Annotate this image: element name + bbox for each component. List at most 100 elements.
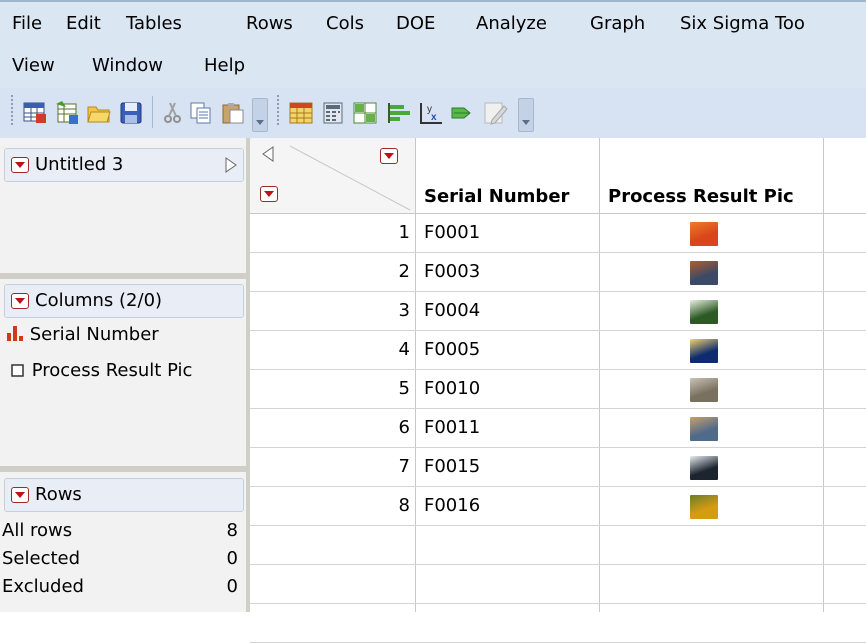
- column-list-item[interactable]: Serial Number: [6, 324, 159, 345]
- toolbar-separator: [152, 96, 153, 128]
- new-data-table-icon[interactable]: [22, 100, 48, 126]
- row-number[interactable]: 3: [250, 300, 410, 321]
- column-name: Serial Number: [29, 324, 159, 345]
- table-script-triangle-icon[interactable]: [225, 157, 237, 173]
- toolbar-overflow-button[interactable]: [252, 98, 268, 132]
- row-number[interactable]: 5: [250, 378, 410, 399]
- process-result-pic-thumbnail[interactable]: [690, 378, 718, 402]
- table-panel-header[interactable]: Untitled 3: [4, 148, 244, 182]
- rows-hotspot-button[interactable]: [260, 186, 278, 202]
- process-result-pic-thumbnail[interactable]: [690, 339, 718, 363]
- menu-analyze[interactable]: Analyze: [476, 6, 547, 42]
- grid-line: [599, 214, 600, 612]
- row-divider: [250, 291, 866, 292]
- process-result-pic-thumbnail[interactable]: [690, 261, 718, 285]
- column-header-serial-number[interactable]: Serial Number: [416, 138, 600, 214]
- columns-panel-header[interactable]: Columns (2/0): [4, 284, 244, 318]
- row-number[interactable]: 7: [250, 456, 410, 477]
- cut-icon[interactable]: [160, 100, 186, 126]
- columns-panel-title: Columns (2/0): [35, 290, 163, 311]
- row-divider: [250, 330, 866, 331]
- empty-column-header: [824, 138, 866, 214]
- process-result-pic-thumbnail[interactable]: [690, 495, 718, 519]
- menu-window[interactable]: Window: [92, 48, 163, 84]
- row-number[interactable]: 1: [250, 222, 410, 243]
- menu-graph[interactable]: Graph: [590, 6, 645, 42]
- process-result-pic-thumbnail[interactable]: [690, 300, 718, 324]
- copy-icon[interactable]: [188, 100, 214, 126]
- menu-rows[interactable]: Rows: [246, 6, 293, 42]
- columns-hotspot-button[interactable]: [380, 148, 398, 164]
- toolbar-grip[interactable]: [10, 94, 14, 126]
- toolbar-grip[interactable]: [276, 94, 280, 126]
- formula-icon[interactable]: yx: [418, 100, 444, 126]
- save-icon[interactable]: [118, 100, 144, 126]
- process-result-pic-thumbnail[interactable]: [690, 417, 718, 441]
- stat-value: 0: [226, 576, 238, 597]
- left-pane: Untitled 3 Columns (2/0) Serial Number P…: [0, 138, 250, 612]
- columns-menu-button[interactable]: [11, 293, 29, 309]
- menu-help[interactable]: Help: [204, 48, 245, 84]
- column-list-item[interactable]: Process Result Pic: [10, 360, 192, 381]
- process-result-pic-thumbnail[interactable]: [690, 222, 718, 246]
- rows-panel-header[interactable]: Rows: [4, 478, 244, 512]
- arrow-icon[interactable]: [450, 100, 476, 126]
- open-folder-icon[interactable]: [86, 100, 112, 126]
- process-result-pic-thumbnail[interactable]: [690, 456, 718, 480]
- panel-divider[interactable]: [0, 273, 250, 279]
- menu-bar: File Edit Tables Rows Cols DOE Analyze G…: [0, 0, 866, 90]
- serial-number-cell[interactable]: F0010: [424, 378, 480, 399]
- serial-number-cell[interactable]: F0003: [424, 261, 480, 282]
- grid-line: [415, 214, 416, 612]
- menu-cols[interactable]: Cols: [326, 6, 364, 42]
- menu-tables[interactable]: Tables: [126, 6, 182, 42]
- data-grid-icon[interactable]: [288, 100, 314, 126]
- menu-six-sigma-tools[interactable]: Six Sigma Too: [680, 6, 805, 42]
- column-scroll-left-icon[interactable]: [262, 146, 274, 162]
- rows-menu-button[interactable]: [11, 487, 29, 503]
- row-number[interactable]: 4: [250, 339, 410, 360]
- row-number[interactable]: 2: [250, 261, 410, 282]
- serial-number-cell[interactable]: F0011: [424, 417, 480, 438]
- paste-icon[interactable]: [220, 100, 246, 126]
- menu-file[interactable]: File: [12, 6, 42, 42]
- bar-chart-icon[interactable]: [386, 100, 412, 126]
- grid-corner: [250, 138, 416, 214]
- rows-panel-title: Rows: [35, 484, 82, 505]
- expression-box-icon: [11, 364, 24, 377]
- column-name: Process Result Pic: [31, 360, 193, 381]
- rows-stat-selected: Selected 0: [2, 548, 242, 569]
- menu-edit[interactable]: Edit: [66, 6, 101, 42]
- serial-number-cell[interactable]: F0004: [424, 300, 480, 321]
- column-header-label: Process Result Pic: [608, 186, 794, 207]
- serial-number-cell[interactable]: F0015: [424, 456, 480, 477]
- serial-number-cell[interactable]: F0016: [424, 495, 480, 516]
- stat-label: All rows: [2, 520, 73, 541]
- row-divider: [250, 369, 866, 370]
- edit-script-icon[interactable]: [482, 100, 508, 126]
- row-number[interactable]: 6: [250, 417, 410, 438]
- row-divider: [250, 564, 866, 565]
- data-grid: Serial Number Process Result Pic 1 F0001 2…: [250, 138, 866, 643]
- row-divider: [250, 603, 866, 604]
- calculator-icon[interactable]: [320, 100, 346, 126]
- stat-label: Selected: [2, 548, 81, 569]
- open-data-table-icon[interactable]: [54, 100, 80, 126]
- table-layout-icon[interactable]: [352, 100, 378, 126]
- row-number[interactable]: 8: [250, 495, 410, 516]
- serial-number-cell[interactable]: F0005: [424, 339, 480, 360]
- column-header-label: Serial Number: [424, 186, 570, 207]
- panel-divider[interactable]: [0, 466, 250, 472]
- menu-doe[interactable]: DOE: [396, 6, 435, 42]
- row-divider: [250, 486, 866, 487]
- table-menu-button[interactable]: [11, 157, 29, 173]
- stat-label: Excluded: [2, 576, 84, 597]
- serial-number-cell[interactable]: F0001: [424, 222, 480, 243]
- row-divider: [250, 525, 866, 526]
- column-header-process-result-pic[interactable]: Process Result Pic: [600, 138, 824, 214]
- row-divider: [250, 408, 866, 409]
- toolbar-overflow-button[interactable]: [518, 98, 534, 132]
- svg-text:x: x: [431, 112, 437, 123]
- stat-value: 0: [226, 548, 238, 569]
- menu-view[interactable]: View: [12, 48, 55, 84]
